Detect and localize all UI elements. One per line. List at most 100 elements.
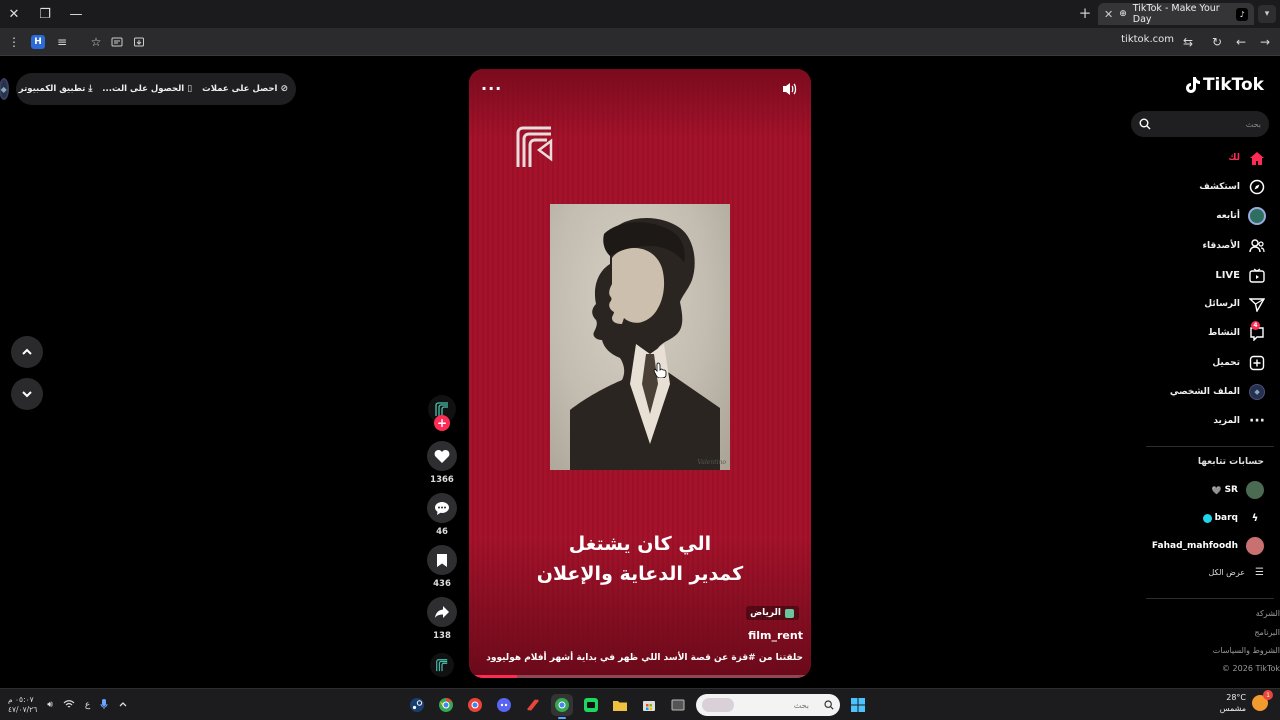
forward-icon[interactable]: → — [1255, 32, 1275, 52]
footer-program-link[interactable]: البرنامج — [1254, 628, 1280, 637]
get-coins-button[interactable]: ⊘ احصل على عملات — [202, 84, 288, 94]
tab-search-dropdown-icon[interactable]: ▾ — [1258, 5, 1276, 23]
follow-plus-button[interactable]: + — [434, 415, 450, 431]
microphone-icon[interactable] — [100, 698, 108, 713]
live-tv-icon — [1248, 266, 1266, 284]
tab-title: TikTok - Make Your Day — [1132, 3, 1220, 25]
bookmark-star-icon[interactable]: ☆ — [86, 32, 106, 52]
home-icon — [1248, 149, 1266, 167]
weather-widget[interactable]: 1 28°C مشمس — [1220, 690, 1273, 714]
comment-button[interactable] — [427, 493, 457, 523]
nav-following[interactable]: أتابعه — [1216, 205, 1266, 227]
discord-icon[interactable] — [493, 694, 515, 716]
nav-upload[interactable]: تحميل — [1212, 352, 1266, 374]
see-all-link[interactable]: ☰ عرض الكل — [1208, 567, 1264, 578]
coin-icon: ⊘ — [280, 84, 288, 94]
wifi-icon[interactable] — [63, 699, 75, 712]
following-account-sr[interactable]: 🩶 SR — [1212, 480, 1264, 500]
like-button[interactable] — [427, 441, 457, 471]
nav-friends[interactable]: الأصدقاء — [1202, 235, 1266, 257]
tiktok-favicon-icon: ♪ — [1236, 7, 1248, 21]
task-view-icon[interactable] — [667, 694, 689, 716]
search-box[interactable] — [1131, 111, 1269, 137]
following-account-barq[interactable]: ϟ barq — [1202, 508, 1264, 528]
nav-more[interactable]: ··· المزيد — [1213, 410, 1266, 432]
search-icon[interactable] — [1139, 118, 1151, 130]
location-tag[interactable]: الرياض — [746, 606, 799, 620]
tab-globe-icon: ⊕ — [1119, 9, 1127, 19]
following-account-fahad[interactable]: Fahad_mahfoodh — [1152, 536, 1264, 556]
terminal-app-icon[interactable] — [580, 694, 602, 716]
chrome-profile-icon[interactable] — [464, 694, 486, 716]
browser-menu-icon[interactable]: ⋮ — [4, 32, 24, 52]
desktop-app-button[interactable]: ⤓ تطبيق الكمبيوتر — [19, 84, 93, 94]
windows-start-icon[interactable] — [847, 694, 869, 716]
activity-badge: 4 — [1251, 321, 1260, 330]
sound-icon[interactable] — [781, 81, 799, 97]
nav-messages[interactable]: الرسائل — [1204, 293, 1266, 315]
taskbar-search-input[interactable] — [749, 700, 809, 710]
tiktok-logo[interactable]: TikTok — [1184, 75, 1264, 95]
footer-terms-link[interactable]: الشروط والسياسات — [1213, 646, 1280, 655]
nav-live[interactable]: LIVE — [1215, 264, 1266, 286]
share-arrow-icon — [435, 606, 449, 618]
share-button[interactable] — [427, 597, 457, 627]
minimize-window-icon[interactable]: — — [66, 4, 86, 24]
previous-video-button[interactable] — [11, 336, 43, 368]
volume-icon[interactable]: 🔊︎ — [47, 700, 53, 710]
footer-copyright: © 2026 TikTok — [1222, 664, 1280, 673]
save-button[interactable] — [427, 545, 457, 575]
site-settings-icon[interactable]: ⇆ — [1178, 32, 1198, 52]
chrome-active-icon[interactable] — [551, 694, 573, 719]
video-caption: الي كان يشتغل كمدير الدعاية والإعلان — [536, 533, 744, 585]
account-avatar — [1246, 537, 1264, 555]
microsoft-store-icon[interactable] — [638, 694, 660, 716]
next-video-button[interactable] — [11, 378, 43, 410]
sunny-weather-icon: 1 — [1252, 690, 1273, 711]
steam-icon[interactable] — [406, 694, 428, 716]
tray-overflow-chevron-icon[interactable] — [118, 700, 128, 711]
extension-h-icon[interactable]: H — [28, 32, 48, 52]
chrome-icon[interactable] — [435, 694, 457, 716]
back-icon[interactable]: ← — [1231, 32, 1251, 52]
translate-icon[interactable] — [107, 32, 127, 52]
music-disc[interactable] — [430, 653, 454, 677]
more-options-icon[interactable]: ··· — [481, 79, 502, 98]
tab-close-icon[interactable]: ✕ — [1104, 8, 1113, 21]
film-rent-logo-icon — [516, 126, 553, 167]
nav-explore[interactable]: استكشف — [1199, 176, 1266, 198]
nav-for-you[interactable]: لك — [1228, 147, 1266, 169]
reload-icon[interactable]: ↻ — [1207, 32, 1227, 52]
user-avatar[interactable]: ◆ — [0, 78, 9, 100]
restore-window-icon[interactable]: ❐ — [35, 4, 55, 24]
nav-profile[interactable]: ◆ الملف الشخصي — [1170, 381, 1266, 403]
search-input[interactable] — [1165, 119, 1261, 129]
comment-count: 46 — [436, 527, 448, 537]
download-icon: ⤓ — [88, 84, 93, 94]
weather-badge: 1 — [1263, 690, 1273, 700]
close-window-icon[interactable]: ✕ — [4, 4, 24, 24]
tab-tiktok[interactable]: ✕ ⊕ TikTok - Make Your Day ♪ — [1098, 3, 1254, 25]
browser-titlebar: ✕ ❐ — + ✕ ⊕ TikTok - Make Your Day ♪ ▾ — [0, 0, 1280, 28]
clock[interactable]: ٠٥:٠٧ م ٤٧/٠٧/٢٦ — [8, 695, 37, 715]
video-progress-bar[interactable] — [469, 675, 811, 678]
video-author[interactable]: film_rent — [748, 629, 803, 642]
reading-list-icon[interactable]: ≡ — [52, 32, 72, 52]
tiktok-note-icon — [1185, 77, 1200, 93]
file-explorer-icon[interactable] — [609, 694, 631, 716]
new-tab-button[interactable]: + — [1076, 4, 1094, 22]
video-player[interactable]: ··· Valentino الي كان يشتغل كمدير الدعاي… — [469, 69, 811, 678]
nav-activity[interactable]: 4 النشاط — [1208, 321, 1266, 344]
search-highlight-image — [702, 698, 734, 712]
tools-icon[interactable] — [522, 694, 544, 716]
following-avatar-icon — [1248, 207, 1266, 225]
keyboard-language[interactable]: ع — [85, 700, 90, 710]
address-bar[interactable]: tiktok.com — [1121, 34, 1174, 45]
taskbar-search[interactable] — [696, 694, 840, 716]
footer-company-link[interactable]: الشركة — [1256, 609, 1280, 618]
verified-badge-icon — [1202, 513, 1212, 523]
get-app-button[interactable]: ▯ الحصول على الت... — [102, 84, 192, 94]
account-avatar — [1246, 481, 1264, 499]
install-app-icon[interactable] — [129, 32, 149, 52]
video-progress-fill — [469, 675, 517, 678]
